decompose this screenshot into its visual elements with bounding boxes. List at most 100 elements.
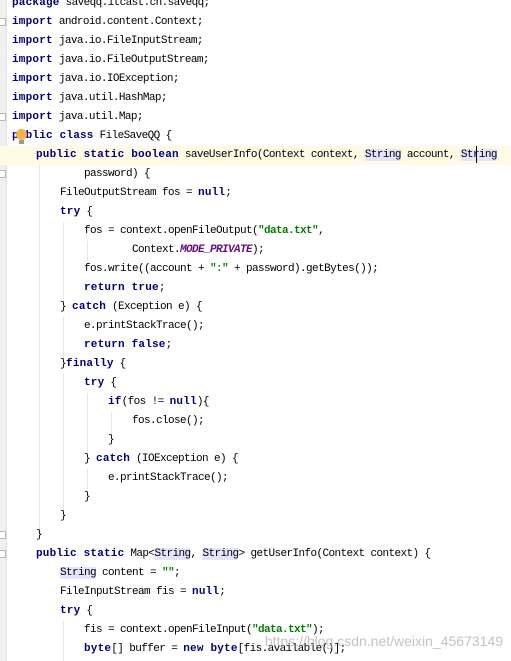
code-text: } [60,510,67,522]
keyword: public static [36,548,125,560]
keyword: import [12,16,53,28]
code-text: fos.close(); [132,415,205,427]
keyword: null [198,187,226,199]
code-text: e.printStackTrace(); [108,472,229,484]
keyword: try [84,377,105,389]
code-editor[interactable]: package saveqq.itcast.cn.saveqq; import a… [0,0,511,659]
keyword: import [12,54,53,66]
code-text: + password).getBytes()); [228,263,379,275]
code-text: password) { [84,168,151,180]
code-line[interactable]: return false; [0,336,511,355]
code-line[interactable]: Context.MODE_PRIVATE); [0,241,511,260]
code-line[interactable]: } [0,431,511,450]
constant: MODE_PRIVATE [180,244,253,256]
code-text: android.content.Context; [52,16,204,28]
code-text: [] buffer = [111,643,184,655]
code-text: } [84,491,91,503]
keyword: null [192,586,220,598]
code-line[interactable]: } [0,507,511,526]
code-line[interactable]: import java.io.FileOutputStream; [0,51,511,70]
code-text: saveUserInfo(Context context, [178,149,365,161]
code-text: FileSaveQQ { [93,130,173,142]
code-line[interactable]: password) { [0,165,511,184]
code-text: } [84,453,97,465]
lightbulb-icon[interactable] [16,129,27,144]
keyword: import [12,111,53,123]
code-text: (IOException e) { [130,453,239,465]
string-literal: ":" [210,263,229,275]
code-line[interactable]: try { [0,602,511,621]
code-text: { [104,377,117,389]
type-highlight: String [154,548,191,560]
code-line[interactable]: try { [0,374,511,393]
code-line[interactable]: import java.io.FileInputStream; [0,32,511,51]
code-text: fos.write((account + [84,263,211,275]
code-text: ; [225,187,232,199]
code-line[interactable]: } [0,526,511,545]
keyword: import [12,92,53,104]
code-line[interactable]: String content = ""; [0,564,511,583]
text-caret [476,146,477,163]
code-text: e.printStackTrace(); [84,320,205,332]
type-highlight: String [202,548,239,560]
type-highlight: String [364,149,401,161]
keyword: catch [72,301,107,313]
code-text: java.io.IOException; [52,73,180,85]
code-line[interactable]: fos.write((account + ":" + password).get… [0,260,511,279]
code-line[interactable]: fos = context.openFileOutput("data.txt", [0,222,511,241]
code-text: ; [174,567,181,579]
code-text: FileInputStream fis = [60,586,193,598]
code-line[interactable]: try { [0,203,511,222]
code-line[interactable]: } [0,488,511,507]
type-highlight: String [460,149,498,161]
code-text: } [36,529,43,541]
code-line[interactable]: FileOutputStream fos = null; [0,184,511,203]
keyword: null [169,396,197,408]
code-text: saveqq.itcast.cn.saveqq; [59,0,211,9]
code-line[interactable]: fos.close(); [0,412,511,431]
code-text: } [108,434,115,446]
code-line[interactable]: return true; [0,279,511,298]
keyword: catch [96,453,131,465]
code-text: account, [400,149,461,161]
keyword: new byte [183,643,238,655]
code-text: FileOutputStream fos = [60,187,199,199]
code-text: ; [165,339,173,351]
code-line[interactable]: } catch (IOException e) { [0,450,511,469]
code-text: { [80,605,93,617]
code-text: (fos != [121,396,170,408]
code-text: content = [96,567,163,579]
string-literal: "data.txt" [258,225,319,237]
code-line[interactable]: import java.io.IOException; [0,70,511,89]
keyword: try [60,206,81,218]
code-text: ){ [196,396,210,408]
code-text: (Exception e) { [106,301,203,313]
code-text: java.util.Map; [52,111,144,123]
code-line[interactable]: public static Map<String, String> getUse… [0,545,511,564]
keyword: return false [84,339,166,351]
code-line[interactable]: if(fos != null){ [0,393,511,412]
code-text: ); [252,244,265,256]
code-line[interactable]: import android.content.Context; [0,13,511,32]
keyword: package [12,0,60,9]
code-text: , [318,225,325,237]
code-line[interactable]: FileInputStream fis = null; [0,583,511,602]
code-line[interactable]: public static boolean saveUserInfo(Conte… [0,146,511,165]
watermark: https://blog.csdn.net/weixin_45673149 [264,633,503,649]
keyword: import [12,73,53,85]
code-line[interactable]: package saveqq.itcast.cn.saveqq; [0,0,511,13]
code-text: java.util.HashMap; [52,92,168,104]
code-text: { [113,358,127,370]
code-line[interactable]: e.printStackTrace(); [0,469,511,488]
code-line[interactable]: import java.util.HashMap; [0,89,511,108]
code-line[interactable]: } catch (Exception e) { [0,298,511,317]
code-text: fos = context.openFileOutput( [84,225,259,237]
code-text: ; [158,282,166,294]
code-line[interactable]: import java.util.Map; [0,108,511,127]
code-line[interactable]: }finally { [0,355,511,374]
code-text: Map< [124,548,155,560]
code-text: java.io.FileInputStream; [52,35,204,47]
code-line[interactable]: e.printStackTrace(); [0,317,511,336]
code-line[interactable]: public class FileSaveQQ { [0,127,511,146]
code-text: Context. [132,244,181,256]
